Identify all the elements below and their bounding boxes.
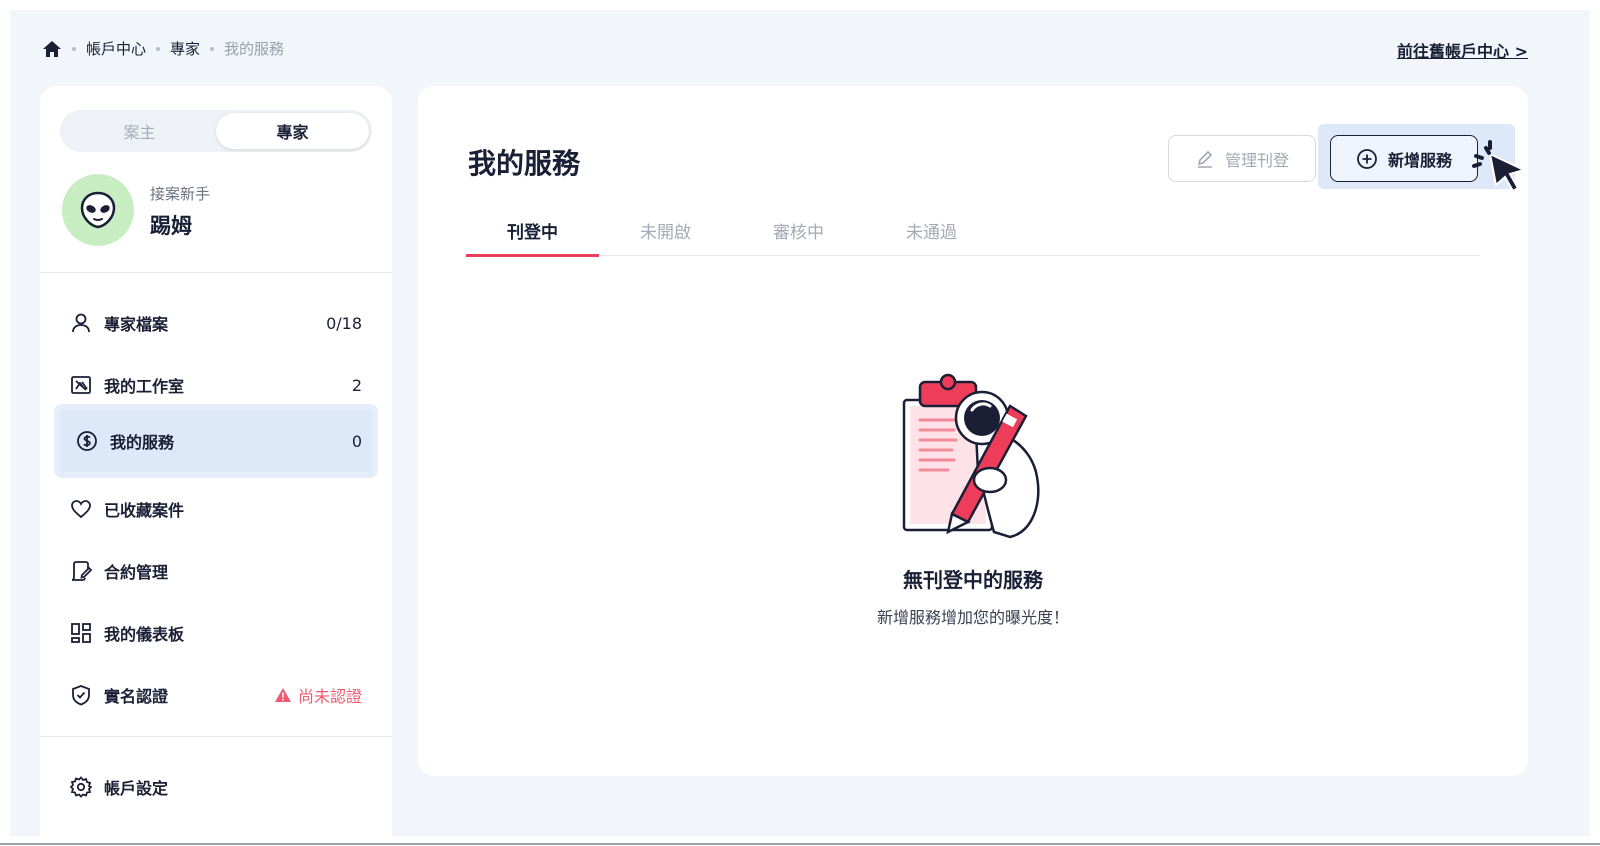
sidebar-item-label: 帳戶設定: [104, 779, 169, 798]
sidebar-item-label: 我的服務: [110, 433, 175, 452]
empty-state-illustration: [902, 373, 1040, 539]
empty-state-title: 無刊登中的服務: [903, 568, 1043, 592]
contract-icon: [70, 560, 92, 582]
sidebar-item-label: 合約管理: [104, 563, 169, 582]
sidebar-item-label: 我的儀表板: [104, 625, 185, 644]
sidebar-item-count: 2: [351, 375, 362, 395]
dollar-icon: [76, 430, 98, 452]
sidebar-item-account-settings[interactable]: 帳戶設定: [54, 750, 378, 824]
sidebar-item-identity-verification[interactable]: 實名認證 尚未認證: [54, 658, 378, 732]
cursor-click-icon: [1472, 140, 1527, 193]
plus-circle-icon: [1357, 148, 1377, 169]
breadcrumb: 帳戶中心 專家 我的服務: [42, 38, 284, 59]
verification-status-text: 尚未認證: [297, 687, 362, 706]
breadcrumb-separator: [156, 46, 161, 51]
status-tabs: 刊登中 未開啟 審核中 未通過: [466, 204, 1480, 257]
user-level: 接案新手: [150, 185, 211, 203]
studio-icon: [70, 374, 92, 396]
old-account-center-link[interactable]: 前往舊帳戶中心 >: [1397, 38, 1528, 62]
sidebar-item-count: 0/18: [326, 313, 362, 333]
verification-status: 尚未認證: [274, 683, 362, 707]
sidebar-item-count: 0: [351, 431, 362, 451]
breadcrumb-account-center[interactable]: 帳戶中心: [86, 38, 146, 59]
role-toggle: 案主 專家: [60, 110, 372, 152]
home-icon[interactable]: [42, 39, 62, 59]
tab-rejected[interactable]: 未通過: [865, 204, 998, 256]
add-service-button[interactable]: 新增服務: [1330, 135, 1478, 182]
warning-icon: [274, 688, 291, 702]
sidebar-item-label: 已收藏案件: [104, 501, 185, 520]
divider: [40, 272, 392, 273]
role-expert-option[interactable]: 專家: [216, 113, 369, 149]
pencil-icon: [1197, 150, 1213, 168]
manage-listings-button[interactable]: 管理刊登: [1168, 135, 1316, 182]
sidebar-item-my-services[interactable]: 我的服務 0: [54, 404, 378, 478]
bottom-border: [0, 843, 1600, 845]
breadcrumb-expert[interactable]: 專家: [170, 38, 200, 59]
tab-listed[interactable]: 刊登中: [466, 204, 599, 257]
breadcrumb-separator: [210, 46, 215, 51]
avatar[interactable]: [62, 174, 134, 246]
dashboard-icon: [70, 622, 92, 644]
user-name: 踢姆: [150, 214, 192, 238]
heart-icon: [70, 498, 92, 520]
sidebar-item-label: 我的工作室: [104, 377, 185, 396]
divider: [40, 736, 392, 737]
gear-icon: [70, 776, 92, 798]
alien-icon: [80, 191, 116, 229]
breadcrumb-separator: [72, 46, 76, 51]
breadcrumb-current: 我的服務: [224, 40, 285, 58]
page-title: 我的服務: [468, 147, 581, 180]
manage-listings-label: 管理刊登: [1224, 150, 1289, 170]
shield-check-icon: [70, 684, 92, 706]
main-panel: 我的服務 管理刊登 新增服務 刊登中 未開啟 審核中 未通過 無刊登中的服務 新…: [418, 86, 1528, 776]
add-service-label: 新增服務: [1387, 150, 1452, 170]
sidebar-item-label: 專家檔案: [104, 315, 169, 334]
sidebar-item-label: 實名認證: [104, 687, 169, 706]
tab-reviewing[interactable]: 審核中: [732, 204, 865, 256]
user-icon: [70, 312, 92, 334]
empty-state-subtitle: 新增服務增加您的曝光度！: [876, 608, 1069, 627]
role-client-option[interactable]: 案主: [63, 113, 216, 149]
sidebar: 案主 專家 接案新手 踢姆 專家檔案 0/18 我的工作室 2 我的服務 0 已…: [40, 86, 392, 836]
tab-not-open[interactable]: 未開啟: [599, 204, 732, 256]
